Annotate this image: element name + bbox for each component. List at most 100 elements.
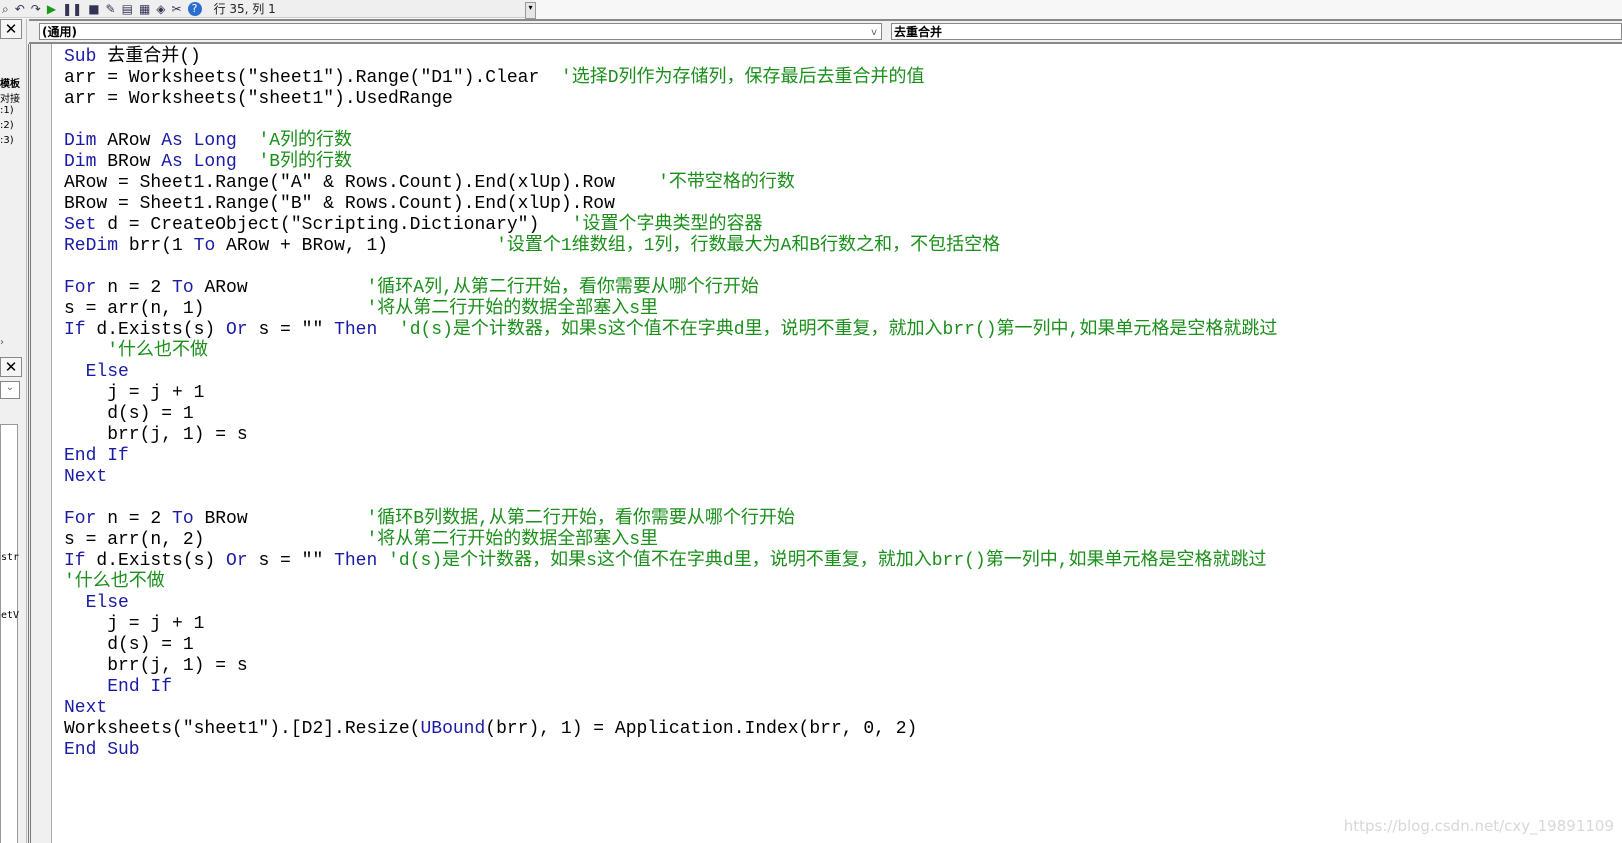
code-line[interactable]: s = arr(n, 2) '将从第二行开始的数据全部塞入s里 [64,530,1277,551]
comment: '循环B列数据,从第二行开始，看你需要从哪个行开始 [366,509,795,529]
comment: '选择D列作为存储列，保存最后去重合并的值 [560,68,925,88]
code-line[interactable]: If d.Exists(s) Or s = "" Then 'd(s)是个计数器… [64,551,1277,572]
code-line[interactable]: End Sub [64,740,1277,761]
code-line[interactable]: Else [64,362,1277,383]
code-text: ARow = Sheet1.Range("A" & Rows.Count).En… [64,173,659,193]
break-icon[interactable]: ❚❚ [62,2,82,16]
code-text: ARow + BRow, 1) [215,236,497,256]
design-mode-icon[interactable]: ✎ [106,2,116,16]
tree-item[interactable]: :1) [0,105,14,116]
code-text: n = 2 [96,509,173,529]
comment: '什么也不做 [64,572,165,592]
code-line[interactable]: brr(j, 1) = s [64,656,1277,677]
code-line[interactable]: d(s) = 1 [64,404,1277,425]
code-editor[interactable]: Sub 去重合并() arr = Worksheets("sheet1").Ran… [52,44,1622,843]
tree-item[interactable]: :3) [0,135,14,146]
properties-list[interactable]: str etV [0,424,20,843]
code-line[interactable]: End If [64,677,1277,698]
code-line[interactable]: arr = Worksheets("sheet1").Range("D1").C… [64,68,1277,89]
undo-icon[interactable]: ↶ [15,2,25,16]
code-line[interactable]: j = j + 1 [64,614,1277,635]
code-line[interactable]: BRow = Sheet1.Range("B" & Rows.Count).En… [64,194,1277,215]
project-properties-panel: ✕ 模板 对接 :1) :2) :3) › ✕ ⌄ str etV [0,19,27,843]
code-line[interactable]: Dim BRow As Long 'B列的行数 [64,152,1277,173]
margin-indicator-bar[interactable] [28,44,52,843]
code-text: j = j + 1 [64,614,205,634]
code-text: d.Exists(s) [85,551,227,571]
help-icon[interactable]: ? [187,1,202,16]
keyword: Else [85,593,129,613]
code-line[interactable]: Set d = CreateObject("Scripting.Dictiona… [64,215,1277,236]
redo-icon[interactable]: ↷ [31,2,41,16]
code-line[interactable] [64,257,1277,278]
code-line[interactable]: '什么也不做 [64,341,1277,362]
code-line[interactable]: For n = 2 To BRow '循环B列数据,从第二行开始，看你需要从哪个… [64,509,1277,530]
toolbox-icon[interactable]: ✂ [172,2,182,16]
code-line[interactable]: d(s) = 1 [64,635,1277,656]
standard-toolbar: ⌕ ↶ ↷ ▶ ❚❚ ■ ✎ ▤ ▦ ◈ ✂? 行 35, 列 1 ▾ [0,0,1622,19]
keyword: Else [85,362,129,382]
chevron-down-icon: v [871,27,877,38]
keyword: End Sub [64,740,140,760]
code-line[interactable]: ARow = Sheet1.Range("A" & Rows.Count).En… [64,173,1277,194]
keyword: End If [107,677,173,697]
keyword: Sub [64,47,97,67]
code-text: ARow [193,278,367,298]
code-text: s = arr(n, 1) [64,299,367,319]
find-icon[interactable]: ⌕ [2,2,9,16]
code-line[interactable]: Worksheets("sheet1").[D2].Resize(UBound(… [64,719,1277,740]
code-line[interactable]: Next [64,698,1277,719]
property-value: etV [1,610,20,621]
property-value: str [1,552,20,563]
code-line[interactable] [64,488,1277,509]
procedure-dropdown[interactable]: 去重合并 [891,23,1622,40]
comment: '设置个字典类型的容器 [571,215,763,235]
watermark: https://blog.csdn.net/cxy_19891109 [1343,817,1614,835]
properties-icon[interactable]: ▦ [139,2,150,16]
code-window-header: (通用) v 去重合并 [29,19,1622,44]
object-select-dropdown[interactable]: ⌄ [0,381,20,399]
object-dropdown[interactable]: (通用) v [39,23,882,40]
code-line[interactable]: Sub 去重合并() [64,47,1277,68]
scroll-right-icon[interactable]: › [0,337,4,348]
keyword: To [172,509,194,529]
toolbar-options-button[interactable]: ▾ [525,2,536,19]
comment: '将从第二行开始的数据全部塞入s里 [366,530,659,550]
code-line[interactable]: Dim ARow As Long 'A列的行数 [64,131,1277,152]
comment: '循环A列,从第二行开始，看你需要从哪个行开始 [366,278,759,298]
keyword: Dim [64,131,97,151]
code-line[interactable]: For n = 2 To ARow '循环A列,从第二行开始，看你需要从哪个行开… [64,278,1277,299]
keyword: Dim [64,152,97,172]
code-line[interactable] [64,110,1277,131]
tree-item[interactable]: 模板 [0,75,20,90]
keyword: For [64,509,97,529]
run-icon[interactable]: ▶ [47,2,56,16]
tree-item[interactable]: :2) [0,120,14,131]
keyword: Then [334,551,378,571]
code-line[interactable]: arr = Worksheets("sheet1").UsedRange [64,89,1277,110]
project-explorer-icon[interactable]: ▤ [122,2,133,16]
object-browser-icon[interactable]: ◈ [156,2,165,16]
reset-icon[interactable]: ■ [88,2,99,16]
close-project-panel-button[interactable]: ✕ [0,19,22,39]
code-line[interactable]: ReDim brr(1 To ARow + BRow, 1) '设置个1维数组，… [64,236,1277,257]
code-line[interactable]: End If [64,446,1277,467]
tree-item[interactable]: 对接 [0,90,20,105]
code-line[interactable]: Next [64,467,1277,488]
code-line[interactable]: Else [64,593,1277,614]
comment: 'A列的行数 [258,131,353,151]
code-line[interactable]: '什么也不做 [64,572,1277,593]
code-line[interactable]: s = arr(n, 1) '将从第二行开始的数据全部塞入s里 [64,299,1277,320]
code-line[interactable]: brr(j, 1) = s [64,425,1277,446]
code-line[interactable]: If d.Exists(s) Or s = "" Then 'd(s)是个计数器… [64,320,1277,341]
keyword: ReDim [64,236,119,256]
close-properties-panel-button[interactable]: ✕ [0,357,22,377]
code-text: Worksheets("sheet1").[D2].Resize( [64,719,421,739]
code-line[interactable]: j = j + 1 [64,383,1277,404]
